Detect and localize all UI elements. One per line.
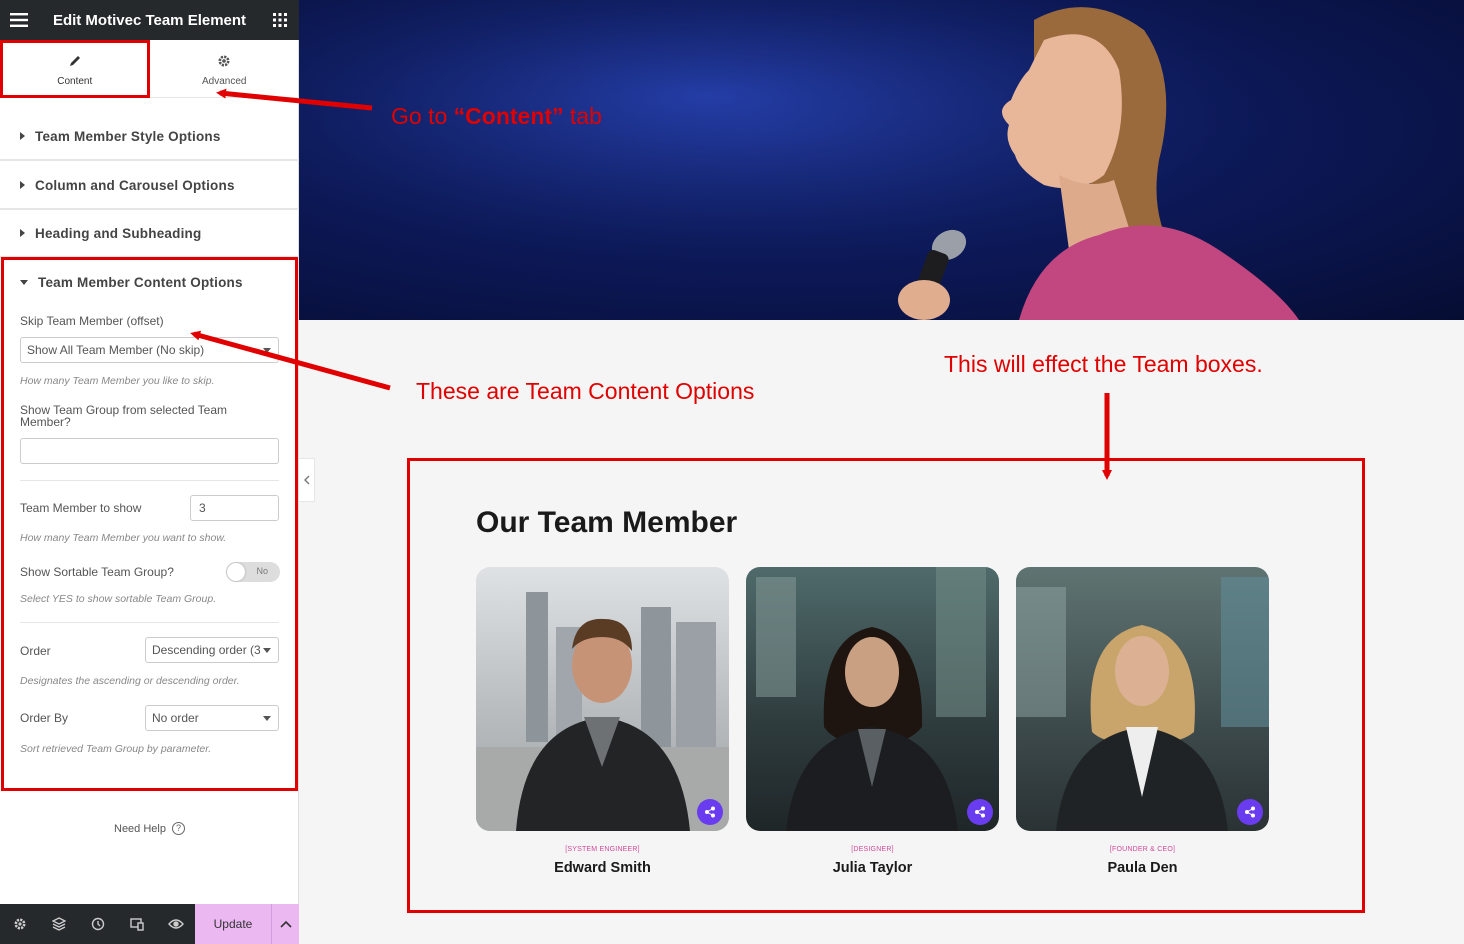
annotation-team-boxes: This will effect the Team boxes. [944,351,1263,377]
annotation-content-options: These are Team Content Options [416,378,755,404]
annotation-text: tab [563,103,602,129]
annotation-text: Go to [391,103,454,129]
annotation-arrows [190,88,1112,480]
annotation-bold: “Content” [453,103,564,129]
annotation-content-tab: Go to “Content” tab [391,103,602,130]
